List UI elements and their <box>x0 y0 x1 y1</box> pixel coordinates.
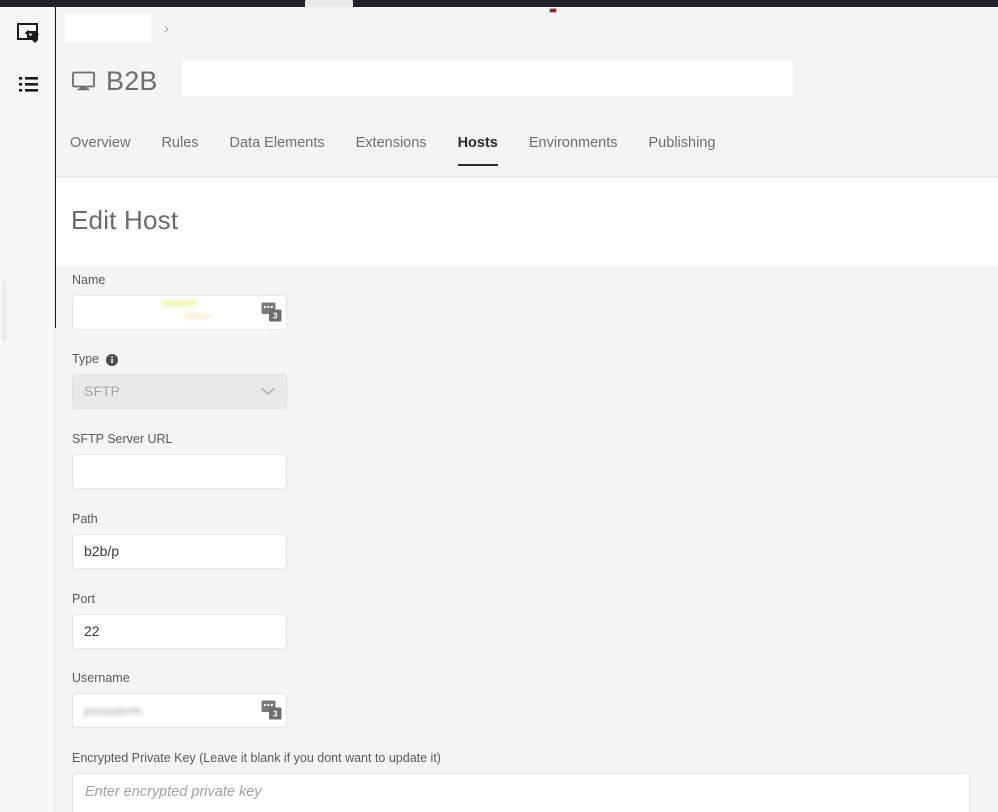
type-select-value: SFTP <box>84 383 120 400</box>
field-type: Type SFTP <box>72 352 287 409</box>
page-title-redaction <box>182 59 793 96</box>
name-value-redaction <box>74 296 269 329</box>
redaction-badge-icon: 3 <box>259 300 284 324</box>
sftp-server-url-input[interactable] <box>72 453 287 489</box>
edit-host-heading: Edit Host <box>71 205 179 235</box>
svg-text:3: 3 <box>272 708 277 718</box>
tab-environments[interactable]: Environments <box>529 135 618 165</box>
tab-overview[interactable]: Overview <box>70 135 130 165</box>
encrypted-private-key-textarea[interactable]: Enter encrypted private key <box>72 772 970 812</box>
type-select[interactable]: SFTP <box>72 373 287 409</box>
label-sftp-server-url: SFTP Server URL <box>72 432 173 446</box>
label-type: Type <box>72 352 287 367</box>
sidebar-item-list[interactable] <box>13 72 43 102</box>
list-icon <box>17 73 40 101</box>
monitor-icon <box>70 68 96 94</box>
page-title: B2B <box>70 59 793 101</box>
field-path: Path b2b/p <box>72 512 287 569</box>
tab-data-elements[interactable]: Data Elements <box>230 135 325 165</box>
tab-publishing[interactable]: Publishing <box>649 135 716 165</box>
name-input[interactable]: 3 <box>72 294 287 330</box>
window-title-bar <box>0 0 998 7</box>
svg-text:3: 3 <box>272 310 277 320</box>
edit-host-panel: Edit Host <box>56 178 998 268</box>
chevron-down-icon <box>261 383 275 399</box>
label-username: Username <box>72 671 130 685</box>
tab-rules[interactable]: Rules <box>161 135 198 165</box>
info-icon[interactable] <box>106 353 119 366</box>
label-encrypted-private-key: Encrypted Private Key (Leave it blank if… <box>72 751 441 765</box>
field-sftp-server-url: SFTP Server URL <box>72 432 287 489</box>
port-input[interactable]: 22 <box>72 613 287 649</box>
tab-hosts[interactable]: Hosts <box>457 135 499 166</box>
username-value-redacted: jouuuerm <box>84 702 143 718</box>
field-encrypted-private-key: Encrypted Private Key (Leave it blank if… <box>72 751 970 812</box>
label-path: Path <box>72 512 98 526</box>
username-input[interactable]: jouuuerm 3 <box>72 692 287 728</box>
sidebar-item-tag[interactable] <box>13 20 43 50</box>
left-nav-rail <box>0 7 55 812</box>
main-content: › B2B Overview Rules Data Elements Exten… <box>56 7 998 812</box>
annotation-marker <box>549 8 557 13</box>
page-title-text: B2B <box>106 65 158 96</box>
redaction-badge-icon: 3 <box>259 698 284 722</box>
tag-icon <box>16 21 40 50</box>
rail-scrollbar[interactable] <box>2 280 7 342</box>
edit-host-form: Name 3 Type SFTP SFTP Server URL Path b2… <box>56 268 998 812</box>
field-username: Username jouuuerm 3 <box>72 671 287 728</box>
breadcrumb-item-redacted[interactable] <box>65 14 151 42</box>
tab-bar: Overview Rules Data Elements Extensions … <box>56 135 998 177</box>
path-input[interactable]: b2b/p <box>72 533 287 569</box>
chevron-right-icon: › <box>164 19 169 37</box>
label-name: Name <box>72 273 106 287</box>
breadcrumb: › <box>65 14 169 42</box>
browser-tab[interactable] <box>305 0 353 7</box>
field-name: Name 3 <box>72 273 287 330</box>
label-type-text: Type <box>72 352 100 366</box>
label-port: Port <box>72 592 95 606</box>
tab-extensions[interactable]: Extensions <box>356 135 427 165</box>
field-port: Port 22 <box>72 592 287 649</box>
